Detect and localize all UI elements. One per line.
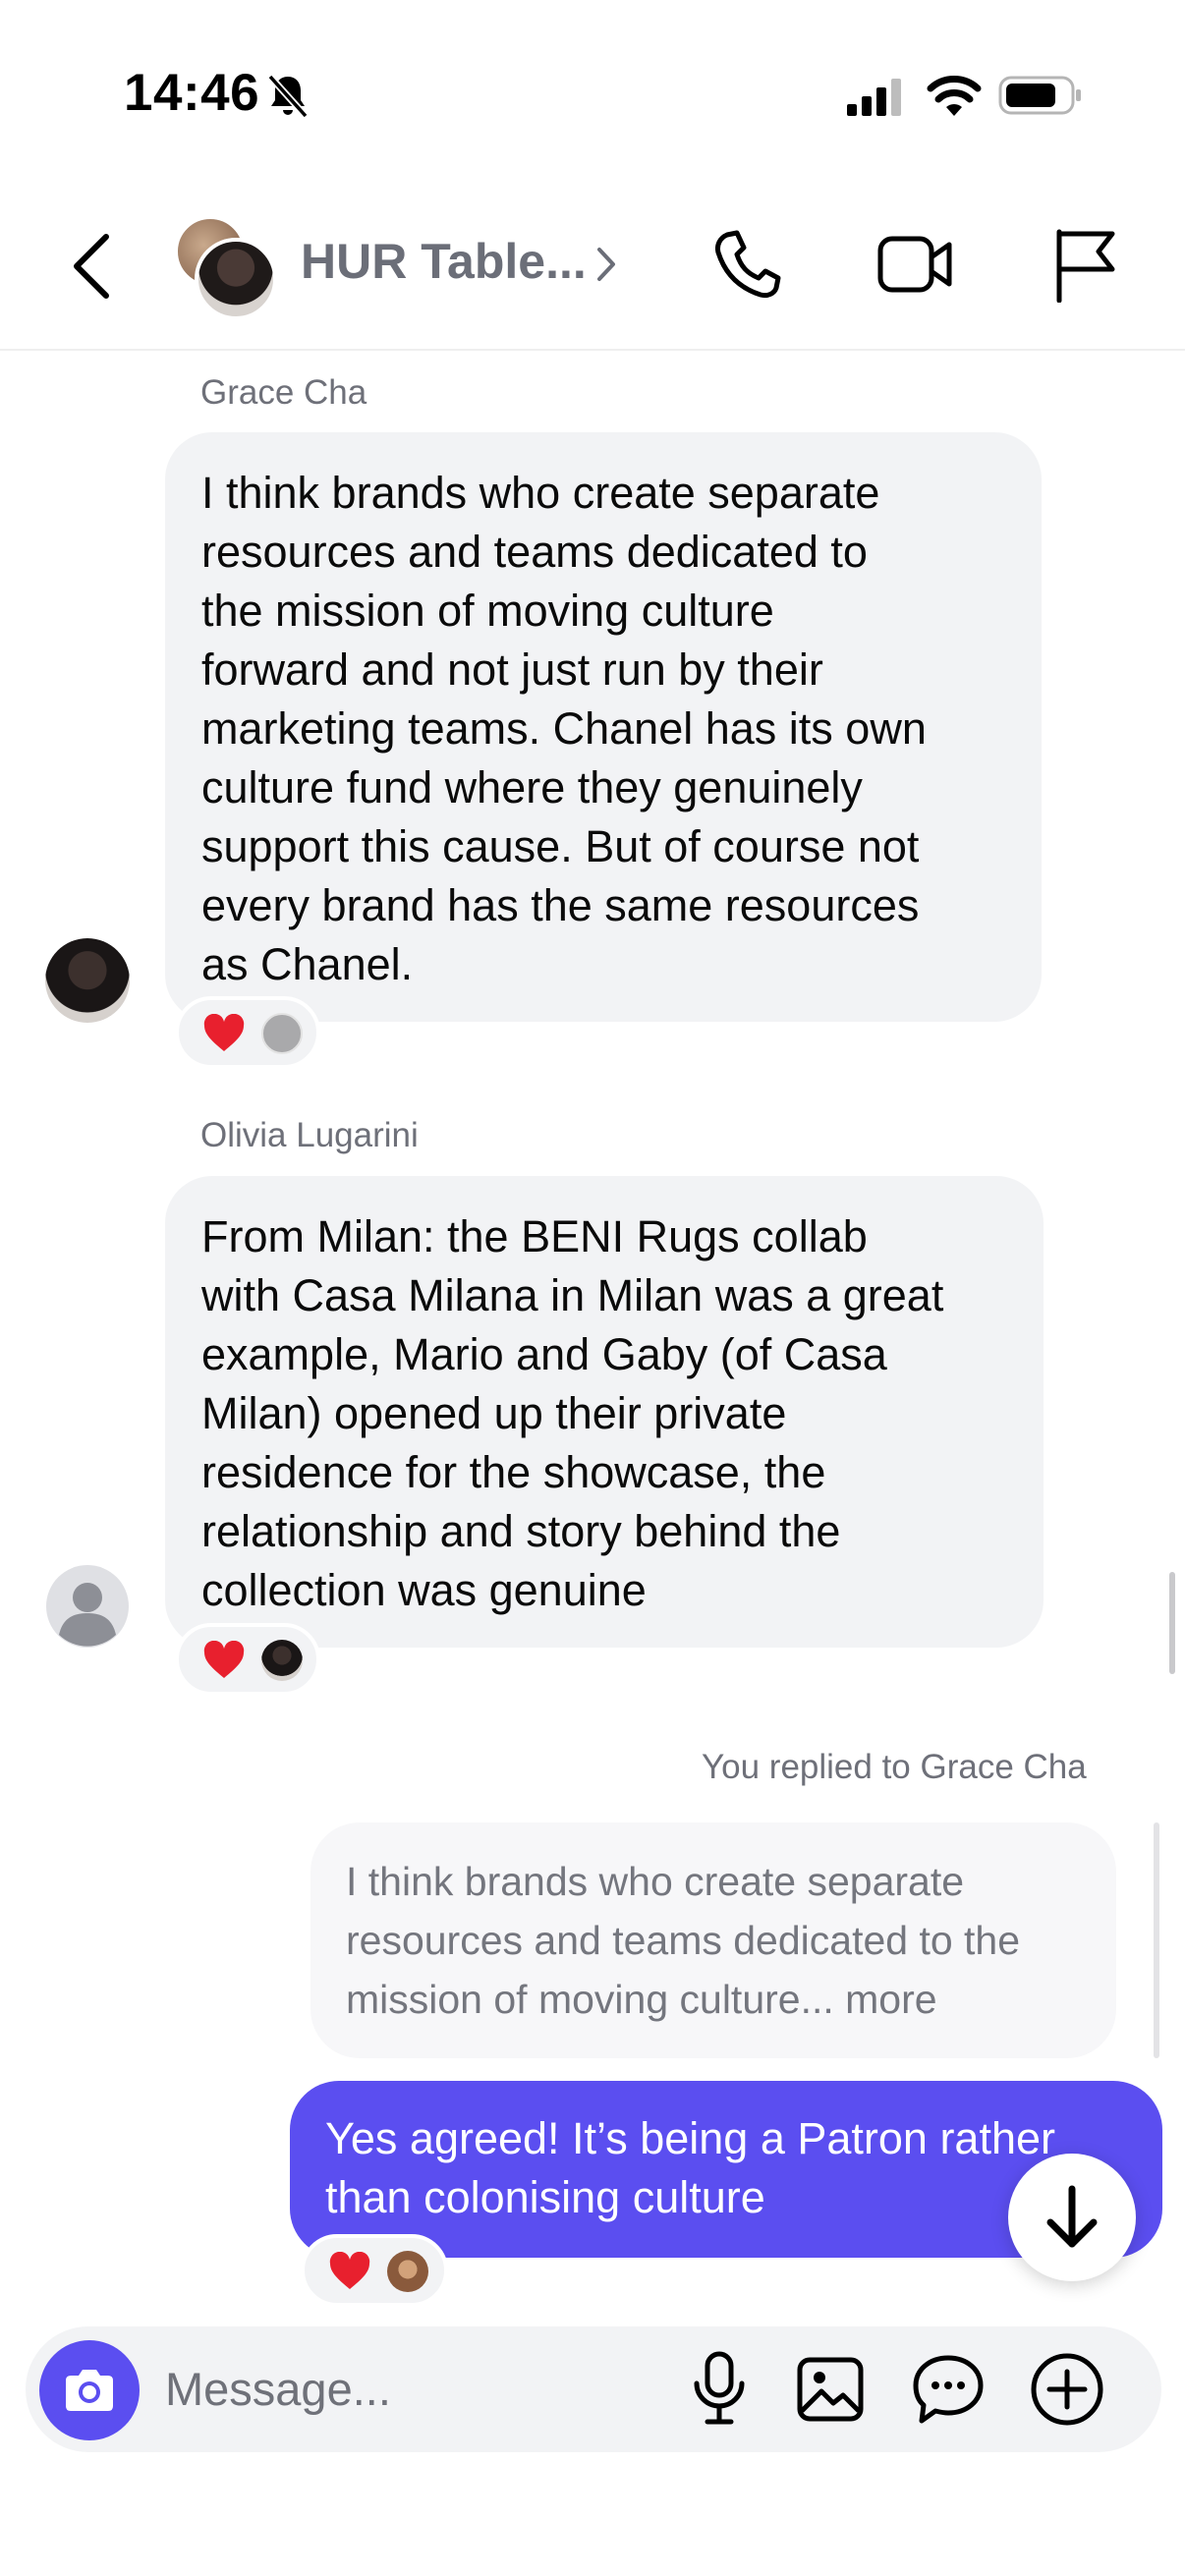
quoted-message[interactable]: I think brands who create separate resou…	[310, 1822, 1116, 2058]
message-line: the mission of moving culture	[201, 586, 774, 636]
sticker-icon[interactable]	[912, 2354, 985, 2425]
heart-reaction-icon	[203, 1641, 245, 1678]
message-line: collection was genuine	[201, 1565, 647, 1615]
flag-icon[interactable]	[1053, 228, 1116, 303]
call-icon[interactable]	[713, 229, 782, 300]
message-line: culture fund where they genuinely	[201, 762, 863, 812]
reactions[interactable]	[175, 1623, 320, 1696]
quote-line: mission of moving culture... more	[346, 1977, 937, 2022]
replied-to-label: You replied to Grace Cha	[702, 1748, 1087, 1786]
message-line: marketing teams. Chanel has its own	[201, 703, 927, 754]
reactor-avatar	[387, 2251, 428, 2292]
message-line: I think brands who create separate	[201, 468, 880, 518]
message-line: with Casa Milana in Milan was a great	[201, 1270, 944, 1320]
message-line: example, Mario and Gaby (of Casa	[201, 1329, 887, 1379]
default-avatar-icon[interactable]	[45, 1564, 130, 1649]
chevron-right-icon[interactable]	[595, 246, 617, 283]
reactor-avatar	[261, 1640, 303, 1681]
message-line: forward and not just run by their	[201, 644, 823, 695]
reactions[interactable]	[301, 2234, 448, 2307]
scrollbar[interactable]	[1169, 1572, 1175, 1674]
sender-name: Olivia Lugarini	[200, 1116, 419, 1154]
bell-slash-icon	[267, 74, 309, 119]
reply-indicator-line	[1154, 1822, 1159, 2058]
message-line: support this cause. But of course not	[201, 821, 920, 871]
reactions[interactable]	[175, 996, 320, 1069]
add-icon[interactable]	[1030, 2352, 1104, 2427]
wifi-icon	[927, 76, 982, 116]
video-call-icon[interactable]	[877, 233, 952, 296]
message-line: Milan) opened up their private	[201, 1388, 787, 1438]
message-line: relationship and story behind the	[201, 1506, 841, 1556]
microphone-icon[interactable]	[690, 2350, 749, 2427]
arrow-down-icon	[1046, 2185, 1098, 2248]
message-bubble[interactable]: From Milan: the BENI Rugs collab with Ca…	[165, 1176, 1044, 1648]
heart-reaction-icon	[203, 1014, 245, 1051]
message-line: than colonising culture	[325, 2172, 765, 2222]
heart-reaction-icon	[329, 2252, 370, 2289]
scroll-to-bottom-button[interactable]	[1008, 2154, 1136, 2281]
status-time: 14:46	[124, 64, 260, 122]
sender-avatar[interactable]	[45, 938, 130, 1023]
quote-line: I think brands who create separate	[346, 1859, 965, 1904]
group-avatar[interactable]	[175, 216, 281, 320]
camera-button[interactable]	[39, 2340, 140, 2440]
battery-icon	[998, 76, 1081, 115]
sender-name: Grace Cha	[200, 373, 367, 412]
message-line: resources and teams dedicated to	[201, 527, 868, 577]
cellular-signal-icon	[847, 79, 901, 116]
avatar	[195, 238, 277, 320]
message-line: From Milan: the BENI Rugs collab	[201, 1211, 868, 1261]
message-line: Yes agreed! It’s being a Patron rather	[325, 2113, 1056, 2163]
camera-icon	[66, 2370, 113, 2411]
message-input[interactable]	[165, 2354, 656, 2423]
message-line: as Chanel.	[201, 939, 414, 989]
reactor-avatar	[261, 1013, 303, 1054]
quote-line: resources and teams dedicated to the	[346, 1918, 1021, 1963]
message-bubble[interactable]: I think brands who create separate resou…	[165, 432, 1042, 1022]
chat-title[interactable]: HUR Table...	[301, 233, 587, 290]
message-line: every brand has the same resources	[201, 880, 920, 930]
back-icon[interactable]	[69, 231, 114, 302]
gallery-icon[interactable]	[796, 2356, 865, 2423]
message-line: residence for the showcase, the	[201, 1447, 826, 1497]
